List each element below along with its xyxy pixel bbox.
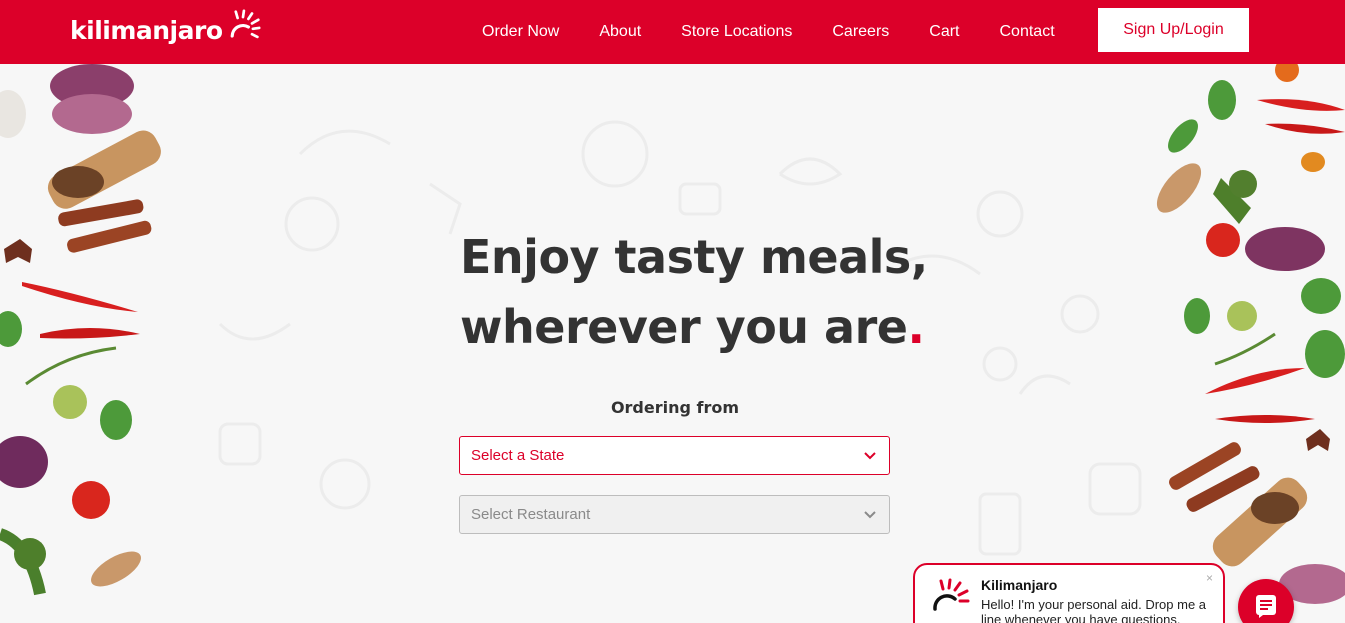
nav-store-locations[interactable]: Store Locations xyxy=(681,23,792,41)
chevron-down-icon xyxy=(864,452,876,460)
nav-contact[interactable]: Contact xyxy=(1000,23,1055,41)
headline-line-2-text: wherever you are xyxy=(460,300,908,354)
top-navbar: kilimanjaro Order Now About Store Locati… xyxy=(0,0,1345,64)
restaurant-select-value: Select Restaurant xyxy=(471,506,591,523)
hero-section: Enjoy tasty meals, wherever you are. Ord… xyxy=(0,64,1345,623)
left-ingredients-decoration xyxy=(0,64,161,596)
nav-about[interactable]: About xyxy=(599,23,641,41)
state-select[interactable]: Select a State xyxy=(459,436,890,475)
hero-headline: Enjoy tasty meals, wherever you are. xyxy=(460,222,940,362)
nav-order-now[interactable]: Order Now xyxy=(482,23,559,41)
nav-cart[interactable]: Cart xyxy=(929,23,959,41)
right-ingredients-decoration xyxy=(1156,64,1345,604)
sun-logo-icon xyxy=(230,9,261,39)
restaurant-select[interactable]: Select Restaurant xyxy=(459,495,890,534)
signup-login-button[interactable]: Sign Up/Login xyxy=(1098,8,1249,52)
close-icon[interactable]: × xyxy=(1206,571,1213,585)
brand-name: kilimanjaro xyxy=(70,15,223,45)
headline-line-2: wherever you are. xyxy=(460,292,940,362)
chat-icon xyxy=(1256,595,1276,618)
kilimanjaro-avatar-icon xyxy=(933,578,970,611)
chevron-down-icon xyxy=(864,511,876,519)
ordering-from-label: Ordering from xyxy=(610,398,740,417)
headline-line-1: Enjoy tasty meals, xyxy=(460,230,928,284)
headline-dot: . xyxy=(907,300,925,354)
brand-logo[interactable]: kilimanjaro xyxy=(70,8,261,52)
nav-careers[interactable]: Careers xyxy=(832,23,889,41)
main-nav: Order Now About Store Locations Careers … xyxy=(482,0,1095,64)
chat-agent-name: Kilimanjaro xyxy=(981,577,1058,593)
state-select-value: Select a State xyxy=(471,447,565,464)
chat-widget-popup[interactable]: Kilimanjaro Hello! I'm your personal aid… xyxy=(913,563,1225,623)
chat-message: Hello! I'm your personal aid. Drop me a … xyxy=(981,597,1207,623)
